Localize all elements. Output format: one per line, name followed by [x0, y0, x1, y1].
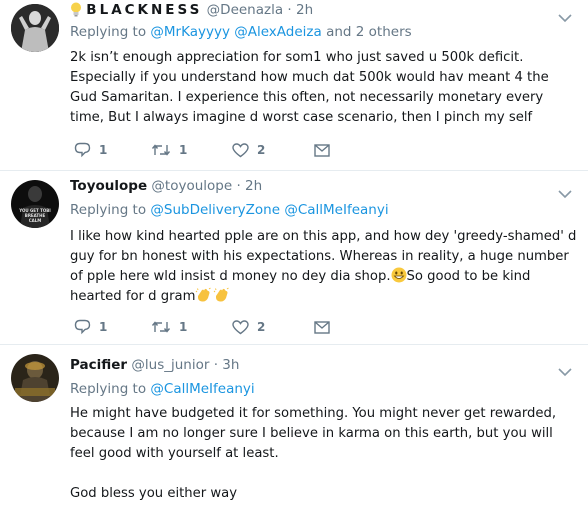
reply-button[interactable]: 1 [74, 317, 107, 337]
like-count: 2 [257, 320, 266, 334]
reply-count: 1 [99, 143, 108, 157]
tweet-text: 2k isn’t enough appreciation for som1 wh… [70, 48, 578, 128]
direct-message-button[interactable] [314, 140, 330, 160]
tweet-header: Toyoulope @toyoulope · 2h [70, 178, 262, 194]
reply-button[interactable]: 1 [74, 140, 107, 160]
avatar-caption: YOU GET TOBI BREATHE CALM [11, 208, 59, 223]
envelope-icon [314, 320, 330, 334]
tweet[interactable]: YOU GET TOBI BREATHE CALM Toyoulope @toy… [0, 171, 588, 344]
user-handle[interactable]: @toyoulope [151, 178, 232, 194]
heart-icon [232, 142, 249, 158]
replying-suffix[interactable]: and 2 others [326, 24, 412, 40]
envelope-icon [314, 143, 330, 157]
timestamp[interactable]: 3h [222, 357, 239, 373]
display-name[interactable]: BLACKNESS [86, 2, 202, 18]
replying-prefix: Replying to [70, 381, 147, 397]
mention-link[interactable]: @CallMeIfeanyi [284, 202, 388, 218]
heart-icon [232, 319, 249, 335]
separator-dot: · [287, 2, 292, 18]
chevron-down-icon[interactable] [558, 362, 572, 381]
replying-to: Replying to @MrKayyyy @AlexAdeiza and 2 … [70, 24, 412, 40]
replying-to: Replying to @CallMeIfeanyi [70, 381, 255, 397]
retweet-count: 1 [179, 320, 188, 334]
avatar[interactable] [11, 354, 59, 402]
clapping-hands-emoji-icon [213, 287, 231, 304]
tweet-text-paragraph: 2k isn’t enough appreciation for som1 wh… [70, 50, 549, 125]
tweet-actions: 1 1 2 [70, 140, 330, 160]
tweet[interactable]: Pacifier @lus_junior · 3h Replying to @C… [0, 345, 588, 509]
replying-prefix: Replying to [70, 202, 147, 218]
chevron-down-icon[interactable] [558, 184, 572, 203]
mention-link[interactable]: @AlexAdeiza [234, 24, 322, 40]
tweet-text-paragraph: God bless you either way [70, 486, 238, 501]
avatar-caption-line: CALM [28, 218, 42, 223]
clapping-hands-emoji-icon [195, 287, 213, 304]
display-name[interactable]: Toyoulope [70, 178, 147, 194]
timestamp[interactable]: 2h [296, 2, 313, 18]
separator-dot: · [236, 178, 241, 194]
tweet-text-paragraph: He might have budgeted it for something.… [70, 406, 557, 461]
retweet-button[interactable]: 1 [151, 140, 187, 160]
tweet-header: Pacifier @lus_junior · 3h [70, 357, 239, 373]
retweet-icon [151, 320, 171, 334]
like-button[interactable]: 2 [232, 317, 265, 337]
avatar[interactable] [11, 4, 59, 52]
mention-link[interactable]: @SubDeliveryZone [150, 202, 280, 218]
retweet-icon [151, 143, 171, 157]
tweet[interactable]: BLACKNESS @Deenazla · 2h Replying to @Mr… [0, 0, 588, 170]
tweet-header: BLACKNESS @Deenazla · 2h [70, 2, 313, 18]
replying-to: Replying to @SubDeliveryZone @CallMeIfea… [70, 202, 389, 218]
retweet-button[interactable]: 1 [151, 317, 187, 337]
tweet-text: I like how kind hearted pple are on this… [70, 227, 578, 307]
mention-link[interactable]: @CallMeIfeanyi [150, 381, 254, 397]
replying-prefix: Replying to [70, 24, 147, 40]
user-handle[interactable]: @lus_junior [131, 357, 209, 373]
mention-link[interactable]: @MrKayyyy [150, 24, 230, 40]
retweet-count: 1 [179, 143, 188, 157]
user-handle[interactable]: @Deenazla [207, 2, 283, 18]
grinning-face-emoji-icon [391, 267, 407, 284]
chevron-down-icon[interactable] [558, 8, 572, 27]
tweet-text: He might have budgeted it for something.… [70, 404, 578, 504]
like-count: 2 [257, 143, 266, 157]
lightbulb-emoji-icon [70, 2, 86, 18]
reply-icon [74, 142, 91, 158]
display-name[interactable]: Pacifier [70, 357, 127, 373]
like-button[interactable]: 2 [232, 140, 265, 160]
direct-message-button[interactable] [314, 317, 330, 337]
reply-count: 1 [99, 320, 108, 334]
tweet-text-paragraph: I like how kind hearted pple are on this… [70, 227, 578, 307]
tweet-actions: 1 1 2 [70, 317, 330, 337]
timestamp[interactable]: 2h [245, 178, 262, 194]
separator-dot: · [213, 357, 218, 373]
reply-icon [74, 319, 91, 335]
